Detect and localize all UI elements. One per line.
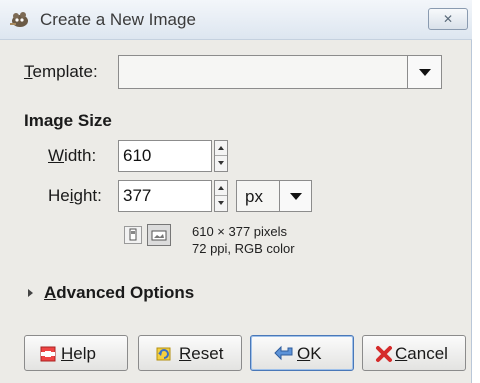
image-info-pixels: 610 × 377 pixels <box>192 224 288 239</box>
reset-button[interactable]: Reset <box>138 335 242 371</box>
advanced-options-expander[interactable]: Advanced Options <box>44 283 194 303</box>
width-stepper[interactable] <box>214 140 228 172</box>
title-bar[interactable]: Create a New Image ✕ <box>0 0 472 40</box>
new-image-dialog: Create a New Image ✕ Template: Image Siz… <box>0 0 472 383</box>
ok-button[interactable]: OK <box>250 335 354 371</box>
chevron-down-icon <box>418 69 431 76</box>
height-stepper[interactable] <box>214 180 228 212</box>
window-title: Create a New Image <box>40 10 196 29</box>
close-button[interactable]: ✕ <box>428 8 468 30</box>
landscape-button[interactable] <box>147 224 171 246</box>
height-decrement-button[interactable] <box>215 196 227 211</box>
help-button[interactable]: Help <box>24 335 128 371</box>
chevron-down-icon <box>289 193 302 200</box>
unit-dropdown[interactable]: px <box>236 180 312 212</box>
cancel-x-icon <box>376 346 392 362</box>
image-info-color: 72 ppi, RGB color <box>192 241 295 256</box>
template-dropdown[interactable] <box>118 55 442 89</box>
height-input[interactable] <box>123 185 209 207</box>
help-lifebuoy-icon <box>40 346 56 362</box>
portrait-button[interactable] <box>124 226 142 244</box>
height-field[interactable] <box>118 180 212 212</box>
template-label: Template: <box>24 62 98 81</box>
ok-label: OK <box>297 344 322 363</box>
cancel-label: Cancel <box>395 344 448 363</box>
reset-icon <box>156 347 171 361</box>
height-label: Height: <box>48 186 102 205</box>
height-increment-button[interactable] <box>215 181 227 196</box>
unit-value: px <box>245 187 263 206</box>
landscape-icon <box>151 230 167 241</box>
template-dropdown-arrow[interactable] <box>407 56 441 88</box>
ok-arrow-icon <box>274 345 293 361</box>
width-decrement-button[interactable] <box>215 156 227 171</box>
reset-label: Reset <box>179 344 224 363</box>
close-icon: ✕ <box>442 12 454 26</box>
image-size-heading: Image Size <box>24 111 112 130</box>
expander-arrow-icon[interactable] <box>28 289 33 297</box>
wilber-icon <box>10 12 28 27</box>
width-increment-button[interactable] <box>215 141 227 156</box>
help-label: Help <box>61 344 96 363</box>
width-input[interactable] <box>123 145 209 167</box>
width-label: Width: <box>48 146 97 165</box>
width-field[interactable] <box>118 140 212 172</box>
portrait-icon <box>129 228 137 241</box>
unit-dropdown-arrow[interactable] <box>279 181 311 211</box>
cancel-button[interactable]: Cancel <box>362 335 466 371</box>
